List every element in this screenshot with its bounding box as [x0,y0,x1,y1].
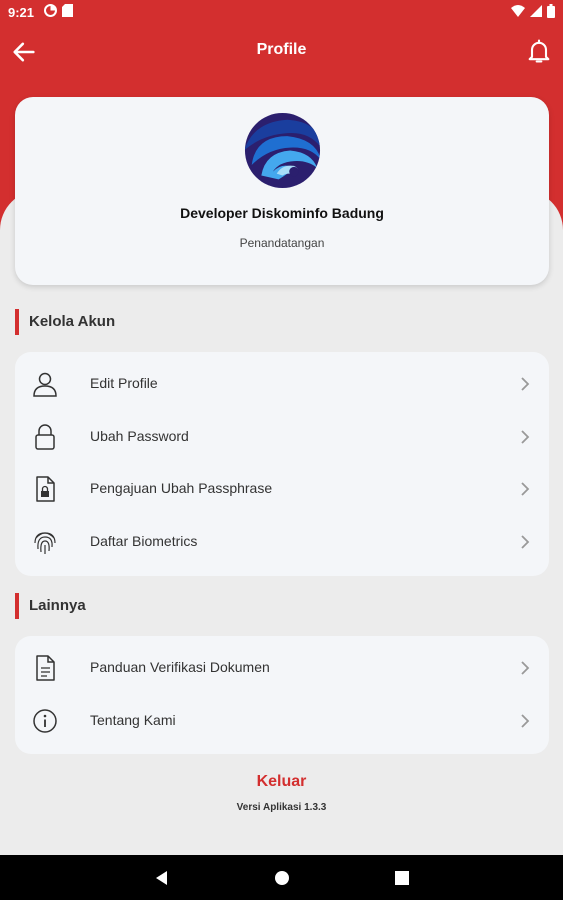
sim-card-icon [62,4,73,17]
profile-name: Developer Diskominfo Badung [180,205,384,221]
section-title-other: Lainnya [15,593,86,619]
other-menu: Panduan Verifikasi Dokumen Tentang Kami [15,636,549,754]
profile-role: Penandatangan [239,236,325,250]
chevron-right-icon [521,534,530,549]
status-time: 9:21 [8,5,35,20]
status-bar: 9:21 [0,0,563,24]
signal-icon [530,5,542,17]
app-version: Versi Aplikasi 1.3.3 [236,802,327,813]
info-icon [33,708,57,733]
avatar [244,112,321,189]
account-menu: Edit Profile Ubah Password Pengajuan Uba… [15,352,549,576]
bell-icon[interactable] [525,37,553,65]
app-bar: Profile [0,24,563,80]
document-icon [36,655,55,681]
biometrics-label: Daftar Biometrics [90,532,198,549]
change-password-item[interactable]: Ubah Password [15,411,549,464]
chevron-right-icon [521,482,530,496]
about-us-label: Tentang Kami [90,711,176,728]
user-icon [33,372,57,397]
lock-icon [35,423,55,450]
wifi-icon [511,5,525,17]
chevron-right-icon [521,661,530,675]
document-guide-label: Panduan Verifikasi Dokumen [90,659,270,675]
change-password-label: Ubah Password [90,427,189,444]
chevron-right-icon [521,377,530,391]
edit-profile-label: Edit Profile [90,375,158,391]
system-nav-bar [0,855,563,900]
recents-square-icon[interactable] [391,867,413,889]
data-saver-icon [44,4,57,17]
logout-button[interactable]: Keluar [0,773,563,791]
fingerprint-icon [34,531,56,554]
edit-profile-item[interactable]: Edit Profile [15,358,549,411]
battery-icon [547,4,555,18]
locked-file-icon [36,476,55,502]
chevron-right-icon [521,713,530,728]
change-passphrase-label: Pengajuan Ubah Passphrase [90,480,273,496]
home-circle-icon[interactable] [271,867,293,889]
profile-card: Developer Diskominfo Badung Penandatanga… [15,97,549,285]
chevron-right-icon [521,429,530,444]
page-title: Profile [256,41,307,58]
document-guide-item[interactable]: Panduan Verifikasi Dokumen [15,642,549,695]
biometrics-item[interactable]: Daftar Biometrics [15,516,549,569]
section-title-account: Kelola Akun [15,309,115,335]
change-passphrase-item[interactable]: Pengajuan Ubah Passphrase [15,463,549,516]
back-triangle-icon[interactable] [151,867,173,889]
about-us-item[interactable]: Tentang Kami [15,695,549,748]
